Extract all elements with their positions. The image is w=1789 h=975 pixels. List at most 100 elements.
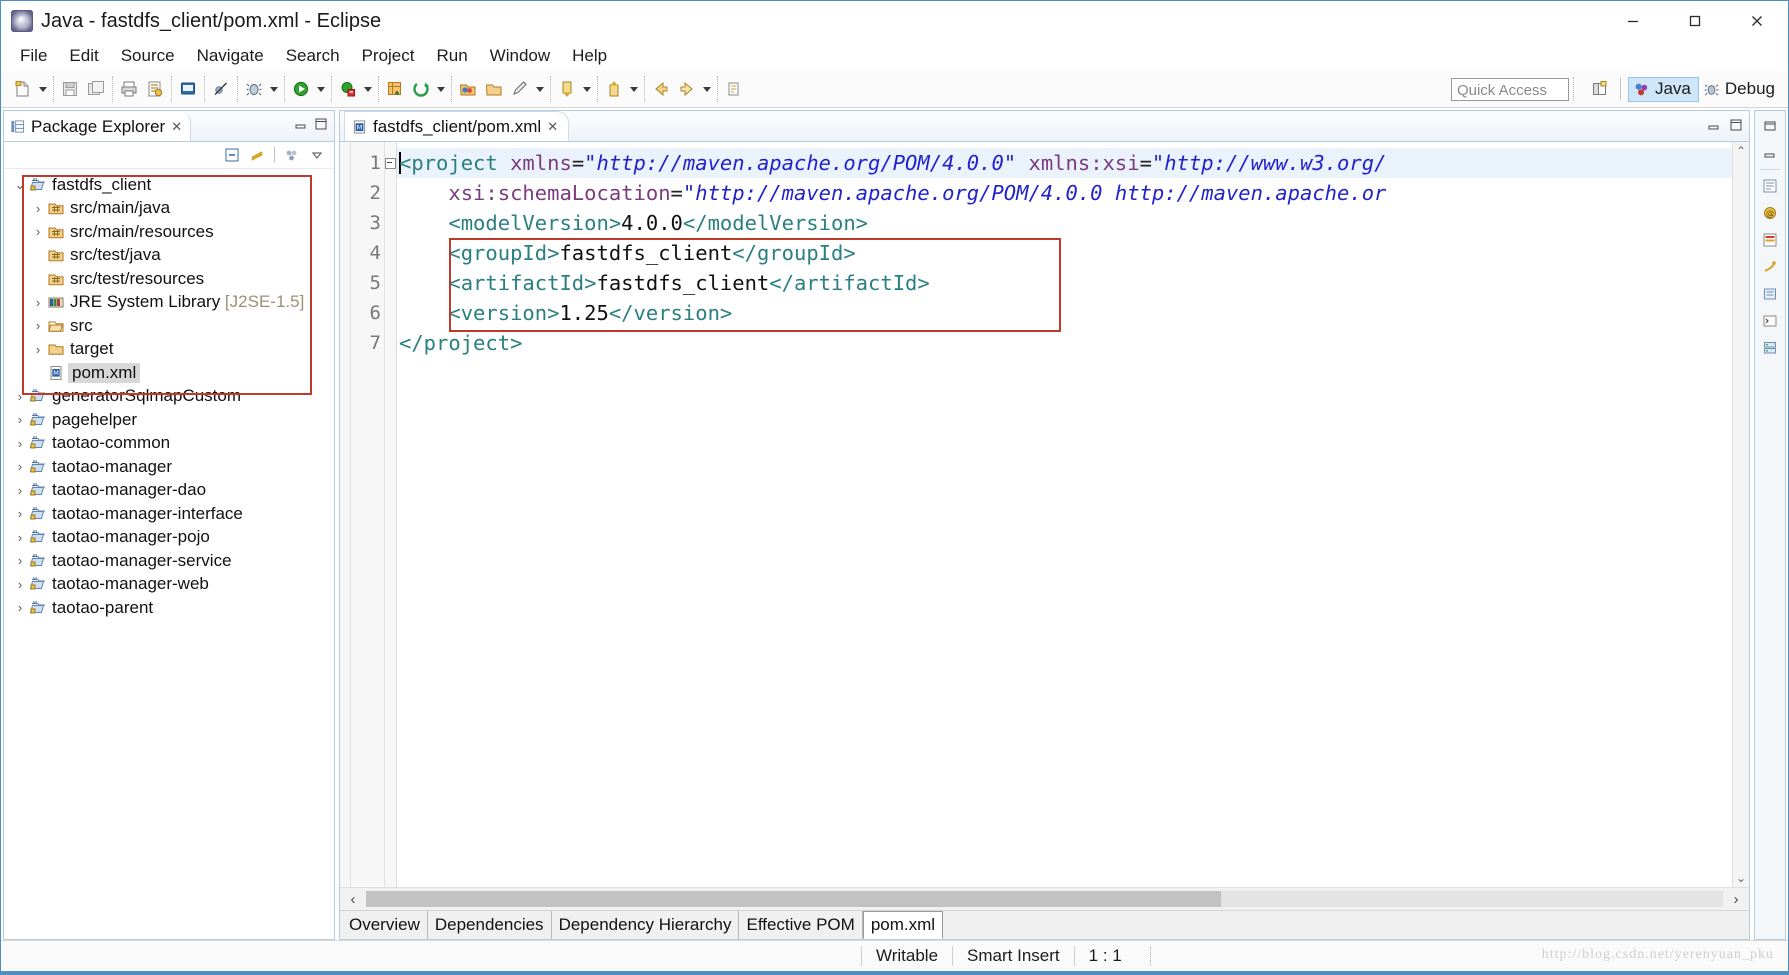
code-line[interactable]: xsi:schemaLocation="http://maven.apache.… bbox=[397, 178, 1732, 208]
collapse-all-icon[interactable] bbox=[221, 144, 243, 166]
chevron-right-icon[interactable]: › bbox=[12, 482, 28, 498]
minimize-view-icon[interactable] bbox=[1705, 116, 1723, 134]
task-list-icon[interactable]: @ bbox=[1758, 202, 1782, 224]
chevron-right-icon[interactable]: › bbox=[30, 318, 46, 334]
perspective-java[interactable]: Java bbox=[1627, 76, 1699, 102]
fold-cell[interactable] bbox=[385, 208, 396, 238]
menu-run[interactable]: Run bbox=[425, 43, 478, 69]
new-package-icon[interactable] bbox=[382, 76, 408, 102]
tree-item-taotao-manager[interactable]: › Mtaotao-manager bbox=[4, 455, 334, 479]
run-play-icon[interactable] bbox=[288, 76, 314, 102]
tree-item-taotao-manager-interface[interactable]: › Mtaotao-manager-interface bbox=[4, 502, 334, 526]
view-menu-icon[interactable] bbox=[306, 144, 328, 166]
tree-item-taotao-manager-pojo[interactable]: › Mtaotao-manager-pojo bbox=[4, 526, 334, 550]
skip-breakpoints-icon[interactable] bbox=[208, 76, 234, 102]
chevron-right-icon[interactable]: › bbox=[12, 459, 28, 475]
open-perspective-icon[interactable] bbox=[1587, 76, 1613, 102]
editor-vertical-scrollbar[interactable]: ⌃ ⌄ bbox=[1732, 142, 1749, 887]
folding-ruler[interactable] bbox=[385, 142, 397, 887]
last-edit-icon[interactable] bbox=[721, 76, 747, 102]
debug-dropdown-icon[interactable] bbox=[267, 76, 281, 102]
fold-cell[interactable] bbox=[385, 328, 396, 358]
tree-item-jre-system-library[interactable]: › JRE System Library [J2SE-1.5] bbox=[4, 291, 334, 315]
code-line[interactable]: <modelVersion>4.0.0</modelVersion> bbox=[397, 208, 1732, 238]
previous-annotation-dropdown-icon[interactable] bbox=[627, 76, 641, 102]
code-line[interactable]: <version>1.25</version> bbox=[397, 298, 1732, 328]
chevron-right-icon[interactable]: › bbox=[12, 576, 28, 592]
chevron-right-icon[interactable]: › bbox=[12, 506, 28, 522]
pencil-dropdown-icon[interactable] bbox=[533, 76, 547, 102]
code-line[interactable]: <project xmlns="http://maven.apache.org/… bbox=[397, 148, 1732, 178]
hscroll-thumb[interactable] bbox=[366, 891, 1221, 907]
tree-item-taotao-common[interactable]: › Mtaotao-common bbox=[4, 432, 334, 456]
forward-arrow-icon[interactable] bbox=[674, 76, 700, 102]
chevron-right-icon[interactable]: › bbox=[30, 341, 46, 357]
close-icon[interactable]: ✕ bbox=[547, 119, 558, 135]
new-file-icon[interactable] bbox=[10, 76, 36, 102]
chevron-right-icon[interactable]: › bbox=[30, 294, 46, 310]
next-annotation-dropdown-icon[interactable] bbox=[580, 76, 594, 102]
tab-pom-xml[interactable]: M fastdfs_client/pom.xml ✕ bbox=[344, 111, 570, 141]
coverage-dropdown-icon[interactable] bbox=[361, 76, 375, 102]
editor-annotation-ruler[interactable] bbox=[340, 142, 351, 887]
tab-package-explorer[interactable]: Package Explorer ✕ bbox=[4, 112, 192, 141]
tree-item-pom-xml[interactable]: Mpom.xml bbox=[4, 361, 334, 385]
page-tab-dependency-hierarchy[interactable]: Dependency Hierarchy bbox=[551, 911, 740, 939]
folder-icon[interactable] bbox=[481, 76, 507, 102]
tree-item-taotao-manager-service[interactable]: › Mtaotao-manager-service bbox=[4, 549, 334, 573]
chevron-right-icon[interactable]: › bbox=[12, 388, 28, 404]
chevron-down-icon[interactable]: ⌄ bbox=[12, 177, 28, 193]
open-type-icon[interactable] bbox=[175, 76, 201, 102]
chevron-right-icon[interactable]: › bbox=[12, 412, 28, 428]
previous-annotation-icon[interactable] bbox=[601, 76, 627, 102]
menu-window[interactable]: Window bbox=[479, 43, 561, 69]
scroll-right-arrow-icon[interactable]: › bbox=[1723, 888, 1749, 910]
menu-search[interactable]: Search bbox=[275, 43, 351, 69]
tree-item-target[interactable]: › target bbox=[4, 338, 334, 362]
chevron-right-icon[interactable]: › bbox=[12, 600, 28, 616]
maximize-view-icon[interactable] bbox=[1727, 116, 1745, 134]
tree-item-taotao-manager-web[interactable]: › Mtaotao-manager-web bbox=[4, 573, 334, 597]
problems-view-icon[interactable] bbox=[1758, 229, 1782, 251]
tree-item-src-main-resources[interactable]: › src/main/resources bbox=[4, 220, 334, 244]
editor-horizontal-scrollbar[interactable]: ‹ › bbox=[340, 887, 1749, 910]
print-icon[interactable] bbox=[116, 76, 142, 102]
servers-view-icon[interactable] bbox=[1758, 337, 1782, 359]
fold-cell[interactable] bbox=[385, 268, 396, 298]
menu-project[interactable]: Project bbox=[351, 43, 426, 69]
fold-cell[interactable] bbox=[385, 178, 396, 208]
perspective-debug[interactable]: Debug bbox=[1699, 77, 1782, 102]
outline-view-icon[interactable] bbox=[1758, 175, 1782, 197]
scroll-left-arrow-icon[interactable]: ‹ bbox=[340, 888, 366, 910]
minimize-view-icon[interactable] bbox=[292, 115, 310, 133]
tree-item-src-main-java[interactable]: › src/main/java bbox=[4, 197, 334, 221]
chevron-right-icon[interactable]: › bbox=[12, 553, 28, 569]
external-tools-dropdown-icon[interactable] bbox=[434, 76, 448, 102]
tree-item-src-test-java[interactable]: src/test/java bbox=[4, 244, 334, 268]
chevron-right-icon[interactable]: › bbox=[12, 435, 28, 451]
tree-item-pagehelper[interactable]: › Mpagehelper bbox=[4, 408, 334, 432]
save-all-icon[interactable] bbox=[83, 76, 109, 102]
new-file-dropdown-icon[interactable] bbox=[36, 76, 50, 102]
hscroll-track[interactable] bbox=[366, 891, 1723, 907]
minimize-icon[interactable] bbox=[1602, 1, 1664, 41]
save-icon[interactable] bbox=[57, 76, 83, 102]
close-icon[interactable] bbox=[1726, 1, 1788, 41]
debug-bug-icon[interactable] bbox=[241, 76, 267, 102]
forward-dropdown-icon[interactable] bbox=[700, 76, 714, 102]
console-view-icon[interactable] bbox=[1758, 310, 1782, 332]
tree-item-taotao-parent[interactable]: › Mtaotao-parent bbox=[4, 596, 334, 620]
code-line[interactable]: <groupId>fastdfs_client</groupId> bbox=[397, 238, 1732, 268]
chevron-right-icon[interactable]: › bbox=[30, 224, 46, 240]
back-arrow-icon[interactable] bbox=[648, 76, 674, 102]
close-icon[interactable]: ✕ bbox=[171, 119, 182, 135]
code-text-area[interactable]: <project xmlns="http://maven.apache.org/… bbox=[397, 142, 1732, 887]
chevron-right-icon[interactable]: › bbox=[30, 200, 46, 216]
tree-item-taotao-manager-dao[interactable]: › Mtaotao-manager-dao bbox=[4, 479, 334, 503]
code-line[interactable]: </project> bbox=[397, 328, 1732, 358]
collapse-fold-icon[interactable] bbox=[385, 157, 396, 169]
project-tree[interactable]: ⌄ Mfastdfs_client › src/main/java › src/main/… bbox=[4, 169, 334, 939]
menu-edit[interactable]: Edit bbox=[58, 43, 109, 69]
minimize-view-icon[interactable] bbox=[1758, 142, 1782, 164]
fold-cell[interactable] bbox=[385, 298, 396, 328]
